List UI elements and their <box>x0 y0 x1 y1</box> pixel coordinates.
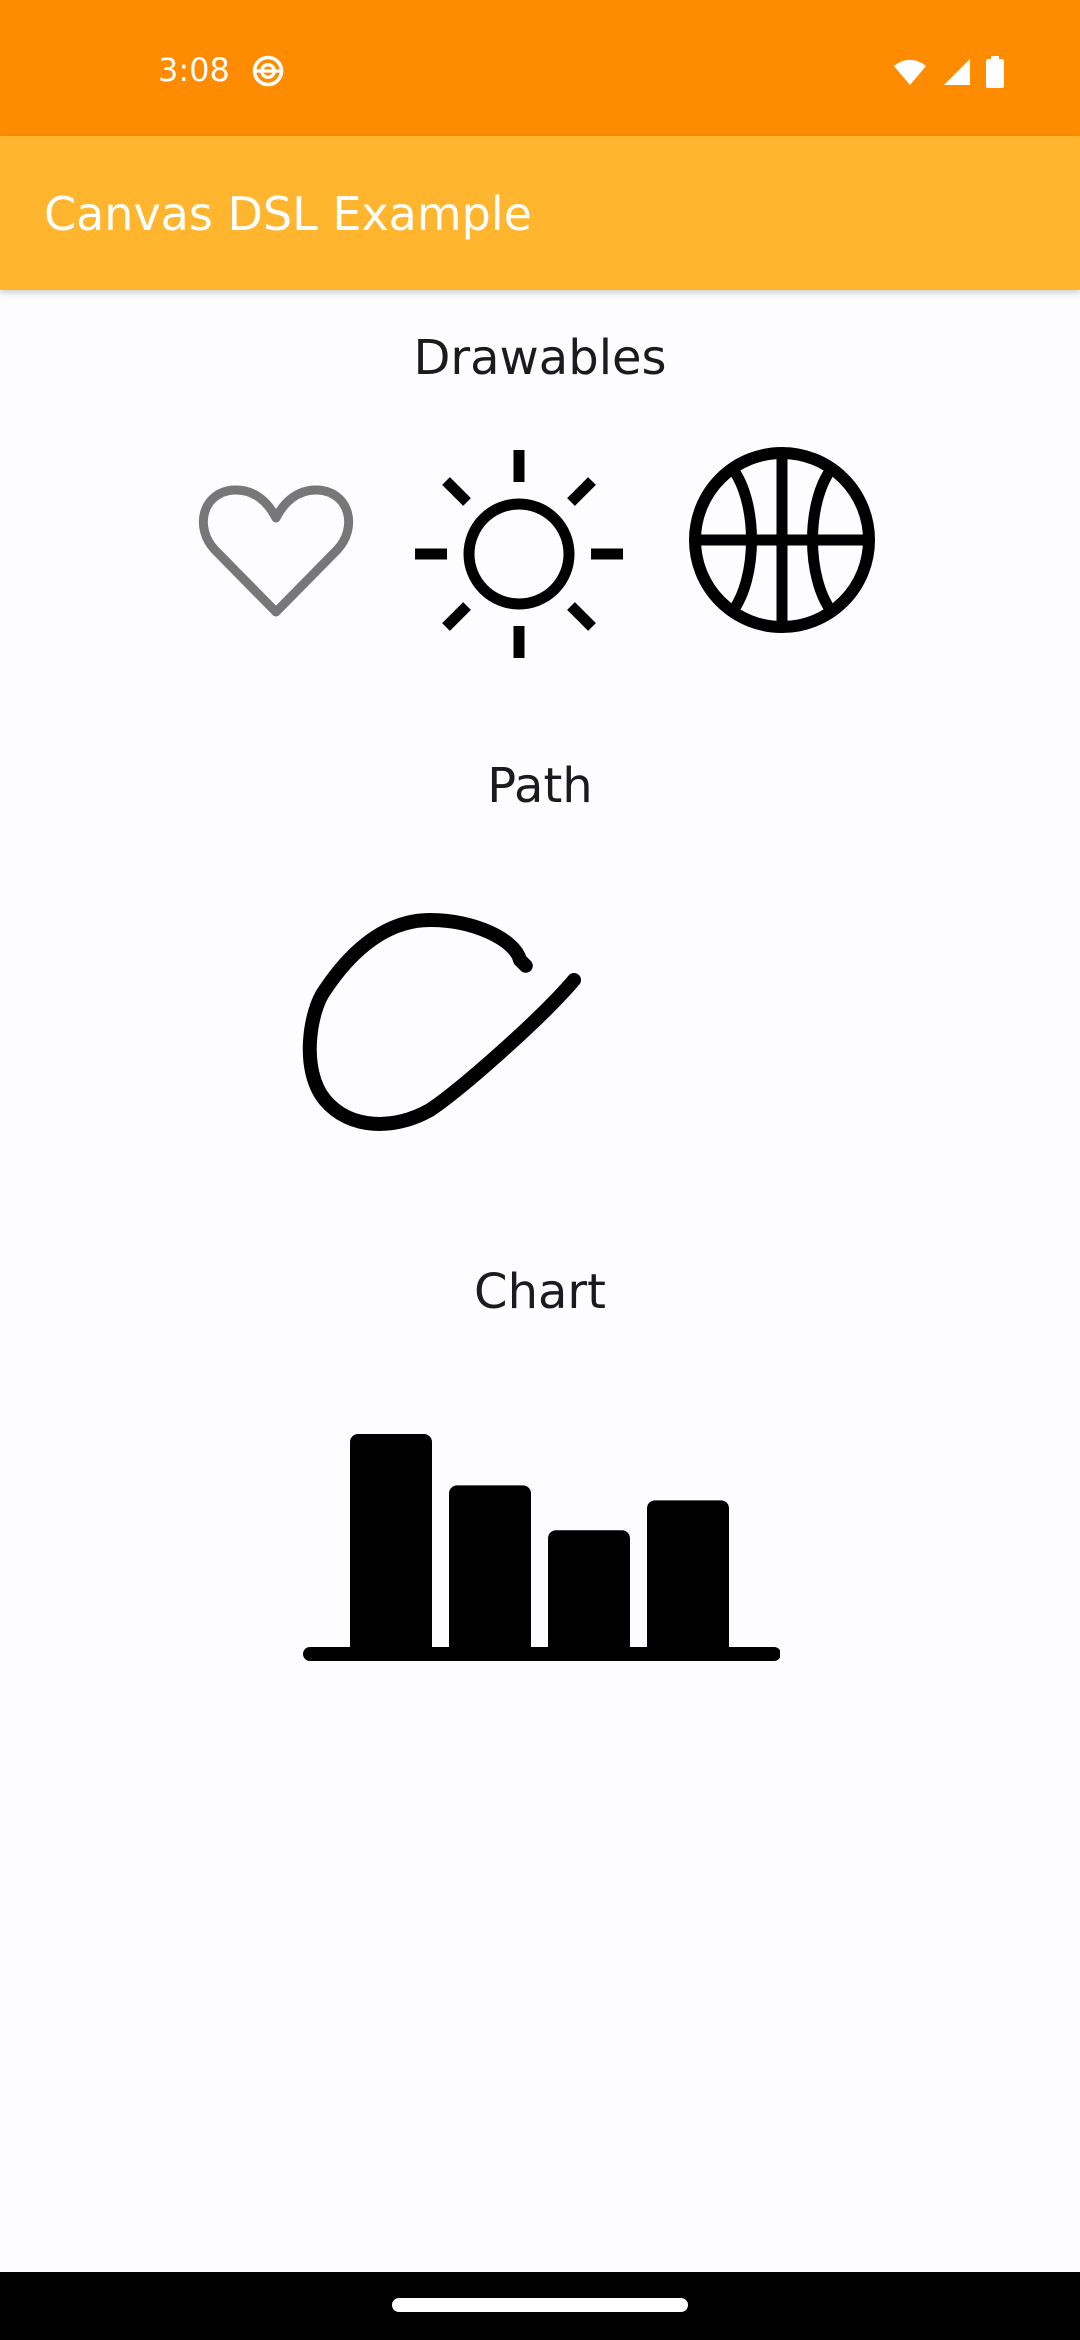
path-heading: Path <box>487 758 593 814</box>
custom-path-drawing <box>302 913 581 1131</box>
chart-bar-4 <box>647 1500 729 1654</box>
cell-signal-icon <box>944 59 970 85</box>
app-bar: Canvas DSL Example <box>0 136 1080 290</box>
battery-icon <box>986 56 1004 88</box>
chart-bar-1 <box>350 1434 432 1654</box>
chart-heading: Chart <box>474 1264 606 1320</box>
status-bar: 3:08 <box>0 0 1080 136</box>
navigation-bar <box>0 2272 1080 2340</box>
sun-icon <box>415 450 623 658</box>
app-title: Canvas DSL Example <box>44 187 532 241</box>
chart-bar-2 <box>449 1485 531 1654</box>
content: Drawables Path Chart <box>0 290 1080 2272</box>
basketball-icon <box>689 447 875 633</box>
home-gesture-handle[interactable] <box>392 2298 688 2312</box>
status-icons <box>892 54 1004 90</box>
bar-chart <box>303 1434 780 1661</box>
wifi-icon <box>894 59 926 85</box>
sync-icon <box>252 55 284 87</box>
heart-outline-icon <box>198 485 354 617</box>
status-time: 3:08 <box>158 51 230 89</box>
drawables-heading: Drawables <box>413 330 667 386</box>
chart-bar-3 <box>548 1530 630 1654</box>
